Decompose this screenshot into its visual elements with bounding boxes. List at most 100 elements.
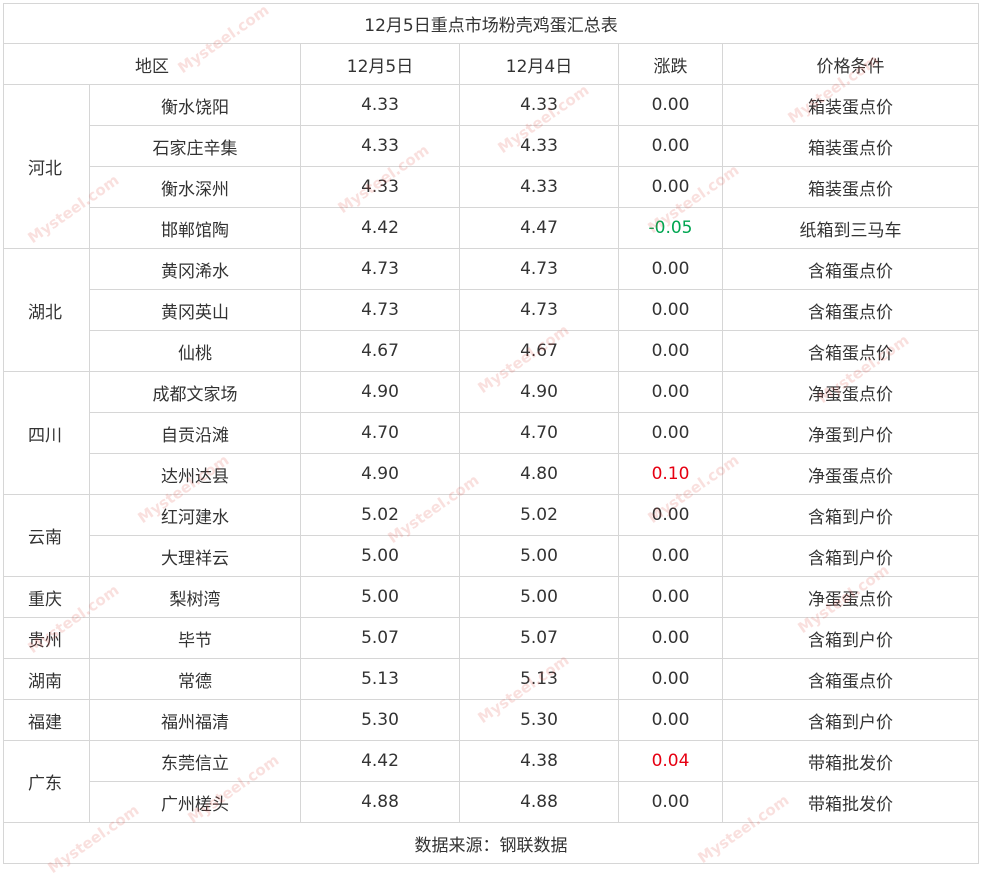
price-yesterday-cell: 4.80 xyxy=(459,453,619,495)
market-cell: 东莞信立 xyxy=(89,740,301,782)
change-cell: 0.10 xyxy=(618,453,723,495)
table-row: 自贡沿滩 4.70 4.70 0.00 净蛋到户价 xyxy=(4,412,980,454)
market-cell: 毕节 xyxy=(89,617,301,659)
region-cell: 湖南 xyxy=(3,658,90,700)
change-cell: -0.05 xyxy=(618,207,723,249)
change-cell: 0.04 xyxy=(618,740,723,782)
table-row: 邯郸馆陶 4.42 4.47 -0.05 纸箱到三马车 xyxy=(4,207,980,249)
change-cell: 0.00 xyxy=(618,576,723,618)
table-row: 湖北 黄冈浠水 4.73 4.73 0.00 含箱蛋点价 xyxy=(3,248,980,372)
condition-cell: 含箱蛋点价 xyxy=(721,248,980,290)
price-yesterday-cell: 4.70 xyxy=(459,412,619,454)
market-cell: 红河建水 xyxy=(89,494,301,536)
table-row: 福建 福州福清 5.30 5.30 0.00 含箱到户价 xyxy=(3,699,980,741)
condition-cell: 带箱批发价 xyxy=(721,781,980,823)
condition-cell: 含箱到户价 xyxy=(721,617,980,659)
price-yesterday-cell: 4.88 xyxy=(459,781,619,823)
market-cell: 福州福清 xyxy=(89,699,301,741)
condition-cell: 箱装蛋点价 xyxy=(721,166,980,208)
price-yesterday-cell: 4.73 xyxy=(459,248,619,290)
market-cell: 自贡沿滩 xyxy=(89,412,301,454)
price-today-cell: 4.42 xyxy=(300,207,460,249)
condition-cell: 净蛋蛋点价 xyxy=(721,371,980,413)
change-cell: 0.00 xyxy=(618,535,723,577)
change-cell: 0.00 xyxy=(618,330,723,372)
condition-cell: 含箱到户价 xyxy=(721,699,980,741)
market-cell: 大理祥云 xyxy=(89,535,301,577)
price-summary-table: 12月5日重点市场粉壳鸡蛋汇总表 地区 12月5日 12月4日 涨跌 价格条件 … xyxy=(2,3,980,864)
region-cell: 贵州 xyxy=(3,617,90,659)
price-yesterday-cell: 5.00 xyxy=(459,535,619,577)
condition-cell: 含箱到户价 xyxy=(721,494,980,536)
change-cell: 0.00 xyxy=(618,494,723,536)
condition-cell: 箱装蛋点价 xyxy=(721,84,980,126)
table-row: 达州达县 4.90 4.80 0.10 净蛋蛋点价 xyxy=(4,453,980,495)
title-row: 12月5日重点市场粉壳鸡蛋汇总表 xyxy=(2,3,980,44)
change-cell: 0.00 xyxy=(618,699,723,741)
price-today-cell: 5.00 xyxy=(300,576,460,618)
market-cell: 常德 xyxy=(89,658,301,700)
header-date-today: 12月5日 xyxy=(300,43,460,85)
price-today-cell: 5.07 xyxy=(300,617,460,659)
header-change: 涨跌 xyxy=(618,43,723,85)
market-cell: 达州达县 xyxy=(89,453,301,495)
condition-cell: 带箱批发价 xyxy=(721,740,980,782)
price-today-cell: 4.33 xyxy=(300,125,460,167)
price-today-cell: 4.42 xyxy=(300,740,460,782)
price-today-cell: 5.00 xyxy=(300,535,460,577)
region-cell: 重庆 xyxy=(3,576,90,618)
condition-cell: 含箱蛋点价 xyxy=(721,330,980,372)
change-cell: 0.00 xyxy=(618,84,723,126)
change-cell: 0.00 xyxy=(618,125,723,167)
market-cell: 邯郸馆陶 xyxy=(89,207,301,249)
condition-cell: 净蛋到户价 xyxy=(721,412,980,454)
header-condition: 价格条件 xyxy=(721,43,980,85)
price-today-cell: 5.30 xyxy=(300,699,460,741)
region-cell: 河北 xyxy=(3,84,90,249)
region-cell: 福建 xyxy=(3,699,90,741)
condition-cell: 箱装蛋点价 xyxy=(721,125,980,167)
change-cell: 0.00 xyxy=(618,371,723,413)
region-cell: 四川 xyxy=(3,371,90,495)
change-cell: 0.00 xyxy=(618,289,723,331)
price-yesterday-cell: 4.47 xyxy=(459,207,619,249)
table-row: 云南 红河建水 5.02 5.02 0.00 含箱到户价 xyxy=(3,494,980,577)
source-row: 数据来源：钢联数据 xyxy=(2,822,980,864)
table-body: 12月5日重点市场粉壳鸡蛋汇总表 地区 12月5日 12月4日 涨跌 价格条件 … xyxy=(2,3,980,864)
price-today-cell: 4.90 xyxy=(300,453,460,495)
price-yesterday-cell: 5.00 xyxy=(459,576,619,618)
market-cell: 衡水饶阳 xyxy=(89,84,301,126)
condition-cell: 含箱蛋点价 xyxy=(721,289,980,331)
table-row: 大理祥云 5.00 5.00 0.00 含箱到户价 xyxy=(4,535,980,577)
market-cell: 衡水深州 xyxy=(89,166,301,208)
price-today-cell: 4.73 xyxy=(300,248,460,290)
price-yesterday-cell: 5.07 xyxy=(459,617,619,659)
table-row: 黄冈英山 4.73 4.73 0.00 含箱蛋点价 xyxy=(4,289,980,331)
price-yesterday-cell: 4.33 xyxy=(459,125,619,167)
condition-cell: 净蛋蛋点价 xyxy=(721,453,980,495)
price-yesterday-cell: 5.02 xyxy=(459,494,619,536)
table-row: 广州槎头 4.88 4.88 0.00 带箱批发价 xyxy=(4,781,980,823)
condition-cell: 含箱蛋点价 xyxy=(721,658,980,700)
price-today-cell: 4.73 xyxy=(300,289,460,331)
market-cell: 石家庄辛集 xyxy=(89,125,301,167)
change-cell: 0.00 xyxy=(618,781,723,823)
price-yesterday-cell: 4.38 xyxy=(459,740,619,782)
condition-cell: 含箱到户价 xyxy=(721,535,980,577)
table-row: 广东 东莞信立 4.42 4.38 0.04 带箱批发价 xyxy=(3,740,980,823)
change-cell: 0.00 xyxy=(618,166,723,208)
market-cell: 梨树湾 xyxy=(89,576,301,618)
table-title: 12月5日重点市场粉壳鸡蛋汇总表 xyxy=(2,3,980,44)
market-cell: 仙桃 xyxy=(89,330,301,372)
price-yesterday-cell: 5.30 xyxy=(459,699,619,741)
change-cell: 0.00 xyxy=(618,658,723,700)
table-row: 石家庄辛集 4.33 4.33 0.00 箱装蛋点价 xyxy=(4,125,980,167)
price-yesterday-cell: 4.33 xyxy=(459,166,619,208)
table-row: 重庆 梨树湾 5.00 5.00 0.00 净蛋蛋点价 xyxy=(3,576,980,618)
condition-cell: 净蛋蛋点价 xyxy=(721,576,980,618)
price-today-cell: 4.70 xyxy=(300,412,460,454)
price-today-cell: 5.02 xyxy=(300,494,460,536)
header-row: 地区 12月5日 12月4日 涨跌 价格条件 xyxy=(3,43,980,85)
market-cell: 成都文家场 xyxy=(89,371,301,413)
price-yesterday-cell: 5.13 xyxy=(459,658,619,700)
